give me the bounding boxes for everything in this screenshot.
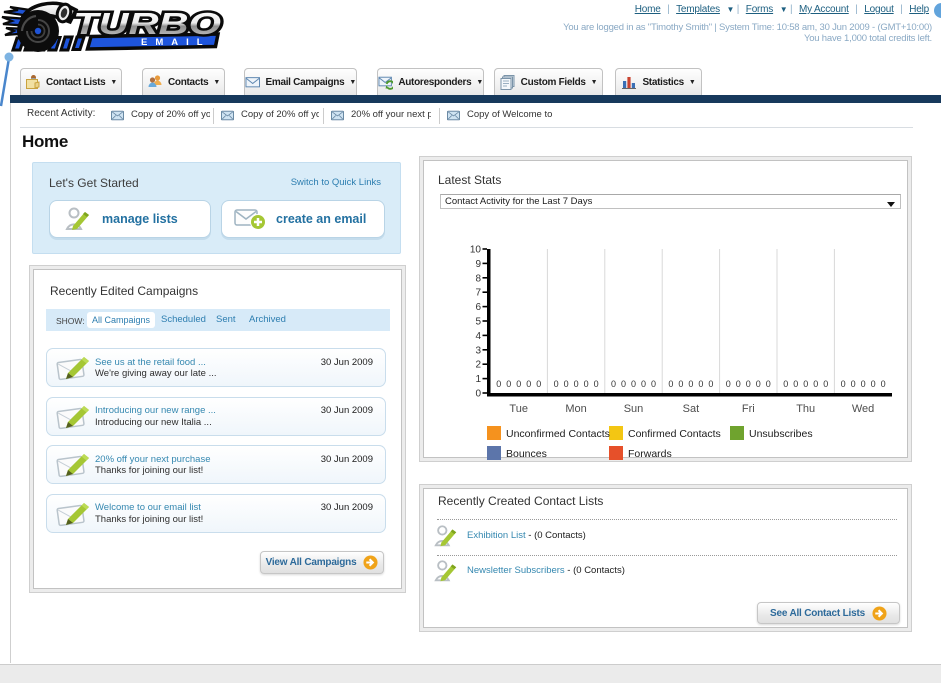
svg-text:Sun: Sun xyxy=(624,403,644,415)
svg-text:0: 0 xyxy=(783,379,788,389)
svg-text:0: 0 xyxy=(726,379,731,389)
svg-text:0: 0 xyxy=(621,379,626,389)
svg-text:10: 10 xyxy=(470,245,482,256)
svg-text:0: 0 xyxy=(475,389,481,400)
svg-text:0: 0 xyxy=(861,379,866,389)
svg-text:0: 0 xyxy=(611,379,616,389)
svg-text:0: 0 xyxy=(651,379,656,389)
svg-text:0: 0 xyxy=(766,379,771,389)
svg-text:0: 0 xyxy=(736,379,741,389)
svg-text:Fri: Fri xyxy=(742,403,755,415)
svg-text:0: 0 xyxy=(516,379,521,389)
svg-text:0: 0 xyxy=(708,379,713,389)
svg-text:7: 7 xyxy=(475,288,481,299)
svg-text:1: 1 xyxy=(475,374,481,385)
svg-text:Sat: Sat xyxy=(683,403,700,415)
svg-text:0: 0 xyxy=(631,379,636,389)
svg-text:0: 0 xyxy=(803,379,808,389)
svg-text:6: 6 xyxy=(475,302,481,313)
svg-text:Mon: Mon xyxy=(565,403,586,415)
svg-text:0: 0 xyxy=(584,379,589,389)
svg-text:0: 0 xyxy=(506,379,511,389)
svg-text:3: 3 xyxy=(475,345,481,356)
svg-text:0: 0 xyxy=(851,379,856,389)
svg-text:Confirmed Contacts: Confirmed Contacts xyxy=(628,428,721,440)
svg-text:0: 0 xyxy=(813,379,818,389)
svg-text:TURBO: TURBO xyxy=(73,6,221,41)
svg-text:0: 0 xyxy=(641,379,646,389)
svg-text:0: 0 xyxy=(756,379,761,389)
svg-text:0: 0 xyxy=(668,379,673,389)
svg-text:Unconfirmed Contacts: Unconfirmed Contacts xyxy=(506,428,610,440)
svg-text:8: 8 xyxy=(475,273,481,284)
svg-text:0: 0 xyxy=(841,379,846,389)
svg-text:4: 4 xyxy=(475,331,481,342)
svg-text:Tue: Tue xyxy=(509,403,528,415)
svg-text:0: 0 xyxy=(688,379,693,389)
svg-text:0: 0 xyxy=(823,379,828,389)
svg-text:0: 0 xyxy=(678,379,683,389)
svg-text:0: 0 xyxy=(496,379,501,389)
svg-text:0: 0 xyxy=(554,379,559,389)
svg-text:0: 0 xyxy=(746,379,751,389)
svg-text:Bounces: Bounces xyxy=(506,448,547,460)
svg-text:Forwards: Forwards xyxy=(628,448,672,460)
svg-text:0: 0 xyxy=(793,379,798,389)
svg-text:0: 0 xyxy=(526,379,531,389)
svg-text:0: 0 xyxy=(536,379,541,389)
svg-text:0: 0 xyxy=(698,379,703,389)
svg-text:2: 2 xyxy=(475,360,481,371)
svg-text:Unsubscribes: Unsubscribes xyxy=(749,428,813,440)
svg-text:5: 5 xyxy=(475,317,481,328)
svg-text:0: 0 xyxy=(871,379,876,389)
svg-text:0: 0 xyxy=(564,379,569,389)
svg-text:Thu: Thu xyxy=(796,403,815,415)
svg-text:0: 0 xyxy=(594,379,599,389)
svg-text:9: 9 xyxy=(475,259,481,270)
svg-text:Wed: Wed xyxy=(852,403,874,415)
svg-text:0: 0 xyxy=(574,379,579,389)
svg-text:0: 0 xyxy=(881,379,886,389)
